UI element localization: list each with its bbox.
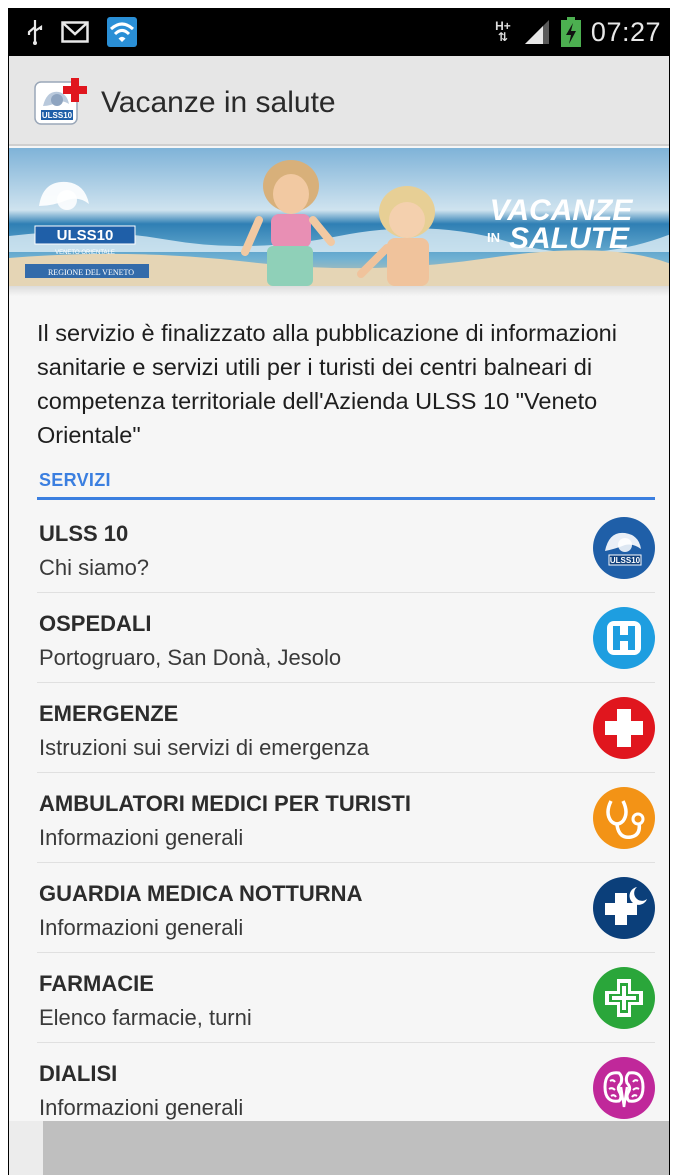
services-list: ULSS 10 Chi siamo? ULSS10 OSPEDALI Porto… bbox=[37, 503, 655, 1133]
network-type: H+ ⇅ bbox=[493, 20, 513, 44]
list-item-dialisi[interactable]: DIALISI Informazioni generali bbox=[37, 1043, 655, 1133]
list-item-farmacie[interactable]: FARMACIE Elenco farmacie, turni bbox=[37, 953, 655, 1043]
signal-icon bbox=[524, 20, 549, 44]
list-item-subtitle: Chi siamo? bbox=[39, 555, 150, 580]
banner-shadow bbox=[9, 286, 669, 296]
kidney-icon bbox=[593, 1057, 655, 1119]
header-banner: ULSS10 VENETO ORIENTALE REGIONE DEL VENE… bbox=[9, 148, 669, 286]
list-item-title: DIALISI bbox=[39, 1061, 118, 1086]
wifi-icon bbox=[107, 17, 137, 47]
status-bar-right: H+ ⇅ 07:27 bbox=[493, 14, 661, 50]
stethoscope-icon bbox=[593, 787, 655, 849]
list-item-subtitle: Elenco farmacie, turni bbox=[39, 1005, 252, 1030]
night-cross-icon bbox=[593, 877, 655, 939]
usb-icon bbox=[27, 20, 43, 45]
battery-charging-icon bbox=[560, 17, 581, 47]
list-item-title: AMBULATORI MEDICI PER TURISTI bbox=[39, 791, 411, 816]
status-bar-left bbox=[27, 16, 137, 48]
hospital-icon bbox=[593, 607, 655, 669]
section-header: SERVIZI bbox=[37, 464, 655, 500]
emergency-cross-icon bbox=[593, 697, 655, 759]
pharmacy-icon bbox=[593, 967, 655, 1029]
banner-headline-in: IN bbox=[487, 230, 500, 245]
app-title: Vacanze in salute bbox=[101, 86, 336, 119]
bottom-bar bbox=[43, 1121, 669, 1175]
list-item-subtitle: Informazioni generali bbox=[39, 825, 244, 850]
gmail-icon bbox=[61, 21, 89, 43]
list-item-ulss10[interactable]: ULSS 10 Chi siamo? ULSS10 bbox=[37, 503, 655, 593]
ulss10-logo-icon: ULSS10 bbox=[593, 517, 655, 579]
action-bar: ULSS10 Vacanze in salute bbox=[9, 56, 669, 146]
status-bar: H+ ⇅ 07:27 bbox=[9, 8, 669, 56]
list-item-subtitle: Informazioni generali bbox=[39, 1095, 244, 1120]
list-item-title: OSPEDALI bbox=[39, 611, 152, 636]
list-item-title: GUARDIA MEDICA NOTTURNA bbox=[39, 881, 363, 906]
list-item-subtitle: Informazioni generali bbox=[39, 915, 244, 940]
phone-screen: H+ ⇅ 07:27 ULSS10 Vacanze in salute ULSS… bbox=[8, 8, 670, 1175]
clock: 07:27 bbox=[590, 16, 661, 47]
banner-logo-text: ULSS10 bbox=[57, 227, 114, 244]
bottom-bar-left bbox=[9, 1121, 43, 1175]
svg-text:ULSS10: ULSS10 bbox=[42, 111, 73, 120]
list-item-title: ULSS 10 bbox=[39, 521, 129, 546]
list-item-title: FARMACIE bbox=[39, 971, 154, 996]
list-item-subtitle: Portogruaro, San Donà, Jesolo bbox=[39, 645, 342, 670]
data-arrows-icon: ⇅ bbox=[497, 30, 508, 44]
ulss10-app-icon[interactable]: ULSS10 bbox=[33, 76, 89, 128]
list-item-ospedali[interactable]: OSPEDALI Portogruaro, San Donà, Jesolo bbox=[37, 593, 655, 683]
list-item-subtitle: Istruzioni sui servizi di emergenza bbox=[39, 735, 370, 760]
list-item-ambulatori[interactable]: AMBULATORI MEDICI PER TURISTI Informazio… bbox=[37, 773, 655, 863]
banner-logo-sub: VENETO ORIENTALE bbox=[55, 250, 115, 256]
list-item-emergenze[interactable]: EMERGENZE Istruzioni sui servizi di emer… bbox=[37, 683, 655, 773]
service-description: Il servizio è finalizzato alla pubblicaz… bbox=[37, 320, 617, 448]
banner-region-text: REGIONE DEL VENETO bbox=[48, 268, 134, 277]
list-item-guardia-medica[interactable]: GUARDIA MEDICA NOTTURNA Informazioni gen… bbox=[37, 863, 655, 953]
list-item-title: EMERGENZE bbox=[39, 701, 179, 726]
svg-text:ULSS10: ULSS10 bbox=[610, 556, 641, 565]
section-title: SERVIZI bbox=[39, 470, 111, 490]
banner-headline-2: SALUTE bbox=[509, 222, 630, 255]
